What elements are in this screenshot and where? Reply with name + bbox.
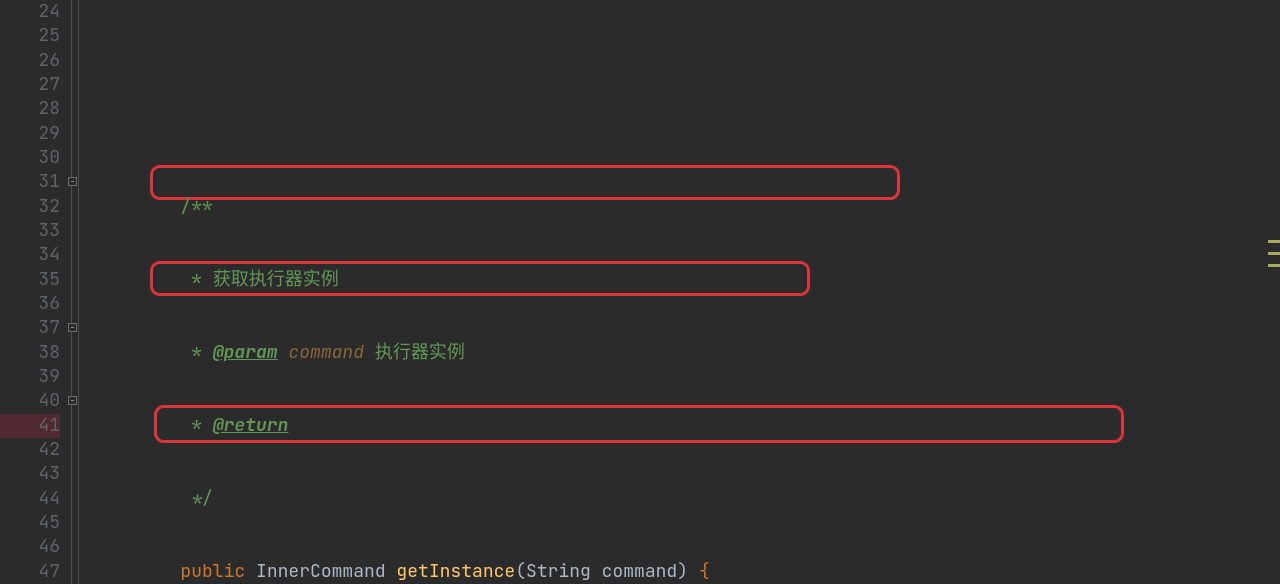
line-number[interactable]: 40: [0, 389, 60, 413]
line-number[interactable]: 37: [0, 316, 60, 340]
line-number[interactable]: 32: [0, 195, 60, 219]
code-line[interactable]: * 获取执行器实例: [94, 268, 1280, 292]
line-number[interactable]: 42: [0, 438, 60, 462]
minimap-mark: [1268, 264, 1280, 267]
code-line[interactable]: */: [94, 487, 1280, 511]
line-number[interactable]: 36: [0, 292, 60, 316]
fold-toggle-icon[interactable]: [68, 323, 77, 332]
line-number[interactable]: 45: [0, 511, 60, 535]
line-number[interactable]: 29: [0, 122, 60, 146]
line-number[interactable]: 34: [0, 243, 60, 267]
line-number[interactable]: 44: [0, 487, 60, 511]
line-number[interactable]: 27: [0, 73, 60, 97]
line-number[interactable]: 28: [0, 97, 60, 121]
minimap-scrollbar[interactable]: [1266, 0, 1280, 584]
gutter: 2425262728293031323334353637383940414243…: [0, 0, 68, 584]
line-number[interactable]: 31: [0, 170, 60, 194]
line-number[interactable]: 43: [0, 462, 60, 486]
fold-toggle-icon[interactable]: [68, 396, 77, 405]
fold-toggle-icon[interactable]: [68, 177, 77, 186]
minimap-mark: [1268, 252, 1280, 255]
code-line[interactable]: * @param command 执行器实例: [94, 341, 1280, 365]
line-number[interactable]: 24: [0, 0, 60, 24]
code-editor[interactable]: 2425262728293031323334353637383940414243…: [0, 0, 1280, 584]
code-line[interactable]: /**: [94, 195, 1280, 219]
code-area[interactable]: /** * 获取执行器实例 * @param command 执行器实例 * @…: [86, 0, 1280, 584]
line-number[interactable]: 39: [0, 365, 60, 389]
line-number[interactable]: 46: [0, 535, 60, 559]
minimap-mark: [1268, 240, 1280, 243]
line-number[interactable]: 26: [0, 49, 60, 73]
fold-strip: [68, 0, 86, 584]
line-number[interactable]: 25: [0, 24, 60, 48]
line-number[interactable]: 30: [0, 146, 60, 170]
code-line[interactable]: * @return: [94, 414, 1280, 438]
line-number[interactable]: 35: [0, 268, 60, 292]
line-number[interactable]: 38: [0, 341, 60, 365]
line-number[interactable]: 41: [0, 414, 60, 438]
line-number[interactable]: 47: [0, 560, 60, 584]
code-line[interactable]: public InnerCommand getInstance(String c…: [94, 560, 1280, 584]
line-number[interactable]: 33: [0, 219, 60, 243]
